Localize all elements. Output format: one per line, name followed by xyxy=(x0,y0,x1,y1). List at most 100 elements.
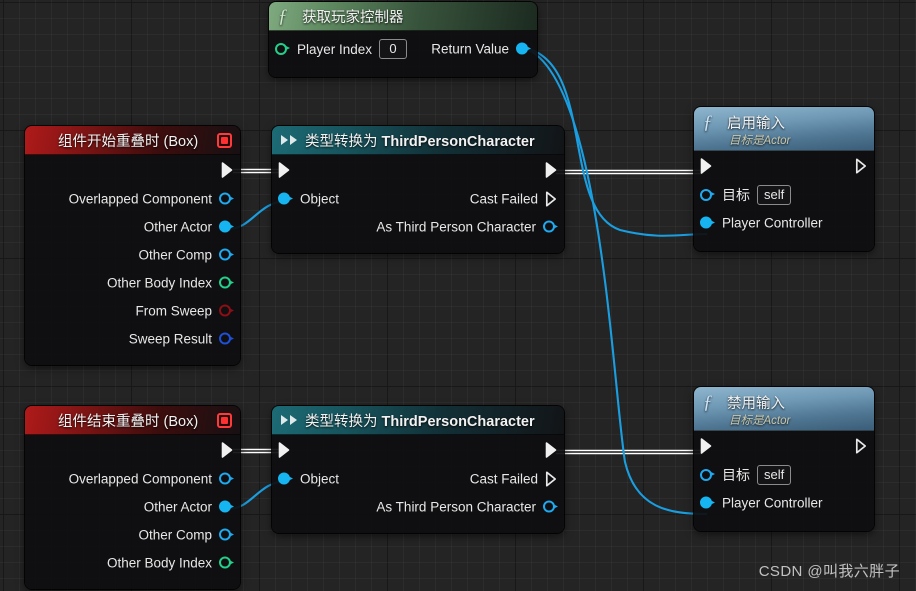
node-body: 目标 self Player Controller xyxy=(694,431,874,531)
pin-label: As Third Person Character xyxy=(376,219,536,235)
pin-label: Overlapped Component xyxy=(68,191,212,207)
exec-arrow-icon xyxy=(700,438,713,455)
output-pin-cast-failed[interactable]: Cast Failed xyxy=(470,471,558,488)
exec-arrow-icon xyxy=(545,162,558,179)
output-exec-pin[interactable] xyxy=(545,162,558,179)
function-fx-icon: ƒ xyxy=(703,112,713,133)
node-header: ƒ 启用输入 目标是Actor xyxy=(694,107,874,151)
pin-label: Player Controller xyxy=(722,495,823,511)
actor-pin-icon xyxy=(700,216,715,230)
pin-label: As Third Person Character xyxy=(376,499,536,515)
pin-label: 目标 xyxy=(722,467,750,483)
input-pin-object[interactable]: Object xyxy=(278,192,339,207)
object-pin-icon xyxy=(700,188,715,202)
pin-label: 目标 xyxy=(722,187,750,203)
pin-row xyxy=(272,155,564,185)
output-exec-pin[interactable] xyxy=(545,442,558,459)
pin-row: Player Controller xyxy=(694,489,874,517)
output-pin-other-actor[interactable]: Other Actor xyxy=(144,220,234,235)
cast-prefix: 类型转换为 xyxy=(305,133,382,150)
pin-label: Player Controller xyxy=(722,215,823,231)
node-body: Overlapped Component Other Actor Other C… xyxy=(25,155,240,365)
output-pin-other-body-index[interactable]: Other Body Index xyxy=(107,556,234,571)
output-pin-other-comp[interactable]: Other Comp xyxy=(138,528,234,543)
node-title: 启用输入 xyxy=(727,116,785,132)
pin-row: As Third Person Character xyxy=(272,213,564,241)
actor-pin-icon xyxy=(219,500,234,514)
target-self-value[interactable]: self xyxy=(757,185,792,205)
input-pin-target[interactable]: 目标 self xyxy=(700,185,792,205)
output-pin-overlapped-component[interactable]: Overlapped Component xyxy=(69,472,234,487)
pin-row: As Third Person Character xyxy=(272,493,564,521)
node-title: 组件结束重叠时 (Box) xyxy=(58,413,199,430)
node-header: 组件结束重叠时 (Box) xyxy=(25,406,240,435)
node-enable-input[interactable]: ƒ 启用输入 目标是Actor 目标 self Player Controlle… xyxy=(694,107,874,251)
output-pin-sweep-result[interactable]: Sweep Result xyxy=(129,332,234,347)
node-on-component-begin-overlap[interactable]: 组件开始重叠时 (Box) Overlapped Component Other… xyxy=(25,126,240,365)
pin-label: Return Value xyxy=(431,41,509,57)
pin-row: Other Body Index xyxy=(25,549,240,577)
node-header: ƒ 获取玩家控制器 xyxy=(269,2,537,31)
output-exec-pin[interactable] xyxy=(221,442,234,459)
output-pin-cast-failed[interactable]: Cast Failed xyxy=(470,191,558,208)
pin-row xyxy=(272,435,564,465)
node-disable-input[interactable]: ƒ 禁用输入 目标是Actor 目标 self Player Controlle… xyxy=(694,387,874,531)
node-header: 类型转换为 ThirdPersonCharacter xyxy=(272,126,564,155)
node-header: 类型转换为 ThirdPersonCharacter xyxy=(272,406,564,435)
function-fx-icon: ƒ xyxy=(703,392,713,413)
stop-badge-icon xyxy=(217,132,232,148)
input-pin-object[interactable]: Object xyxy=(278,472,339,487)
output-pin-as-third-person-character[interactable]: As Third Person Character xyxy=(376,220,558,235)
input-exec-pin[interactable] xyxy=(700,158,713,175)
pin-label: Sweep Result xyxy=(128,331,212,347)
node-get-player-controller[interactable]: ƒ 获取玩家控制器 Player Index 0 Return Value xyxy=(269,2,537,77)
exec-arrow-icon xyxy=(221,442,234,459)
output-pin-other-comp[interactable]: Other Comp xyxy=(138,248,234,263)
output-exec-pin[interactable] xyxy=(855,158,868,175)
pin-label: Other Comp xyxy=(138,527,212,543)
pin-row: Object Cast Failed xyxy=(272,185,564,213)
pin-label: Other Body Index xyxy=(106,555,212,571)
output-exec-pin[interactable] xyxy=(855,438,868,455)
input-exec-pin[interactable] xyxy=(700,438,713,455)
node-cast-to-thirdpersoncharacter-1[interactable]: 类型转换为 ThirdPersonCharacter Object Cast F… xyxy=(272,126,564,253)
node-cast-to-thirdpersoncharacter-2[interactable]: 类型转换为 ThirdPersonCharacter Object Cast F… xyxy=(272,406,564,533)
input-pin-target[interactable]: 目标 self xyxy=(700,465,792,485)
node-title: 获取玩家控制器 xyxy=(302,9,404,26)
object-pin-icon xyxy=(278,192,293,206)
pin-label: Cast Failed xyxy=(469,191,538,207)
pin-row: Other Actor xyxy=(25,213,240,241)
target-self-value[interactable]: self xyxy=(757,465,792,485)
exec-arrow-icon xyxy=(700,158,713,175)
input-exec-pin[interactable] xyxy=(278,442,291,459)
input-pin-player-index[interactable]: Player Index 0 xyxy=(275,39,408,59)
object-pin-icon xyxy=(543,500,558,514)
node-body: Object Cast Failed As Third Person Chara… xyxy=(272,435,564,533)
pin-label: Object xyxy=(300,191,340,207)
output-pin-overlapped-component[interactable]: Overlapped Component xyxy=(69,192,234,207)
input-exec-pin[interactable] xyxy=(278,162,291,179)
pin-row: Other Actor xyxy=(25,493,240,521)
node-header: ƒ 禁用输入 目标是Actor xyxy=(694,387,874,431)
output-pin-from-sweep[interactable]: From Sweep xyxy=(135,304,234,319)
pin-row xyxy=(694,151,874,181)
pin-label: Other Actor xyxy=(143,219,212,235)
pin-row: 目标 self xyxy=(694,461,874,489)
output-pin-as-third-person-character[interactable]: As Third Person Character xyxy=(376,500,558,515)
input-pin-player-controller[interactable]: Player Controller xyxy=(700,496,823,511)
pin-label: Other Comp xyxy=(138,247,212,263)
pin-label: Other Body Index xyxy=(106,275,212,291)
blueprint-graph-canvas[interactable]: ƒ 获取玩家控制器 Player Index 0 Return Value 组件… xyxy=(0,0,916,591)
player-index-input[interactable]: 0 xyxy=(379,39,408,59)
output-pin-other-actor[interactable]: Other Actor xyxy=(144,500,234,515)
output-pin-return-value[interactable]: Return Value xyxy=(431,42,531,57)
object-pin-icon xyxy=(219,528,234,542)
pin-row xyxy=(694,431,874,461)
object-pin-icon xyxy=(700,468,715,482)
output-exec-pin[interactable] xyxy=(221,162,234,179)
node-on-component-end-overlap[interactable]: 组件结束重叠时 (Box) Overlapped Component Other… xyxy=(25,406,240,589)
output-pin-other-body-index[interactable]: Other Body Index xyxy=(107,276,234,291)
input-pin-player-controller[interactable]: Player Controller xyxy=(700,216,823,231)
pin-row: Overlapped Component xyxy=(25,185,240,213)
pin-row: Player Index 0 Return Value xyxy=(269,31,537,67)
